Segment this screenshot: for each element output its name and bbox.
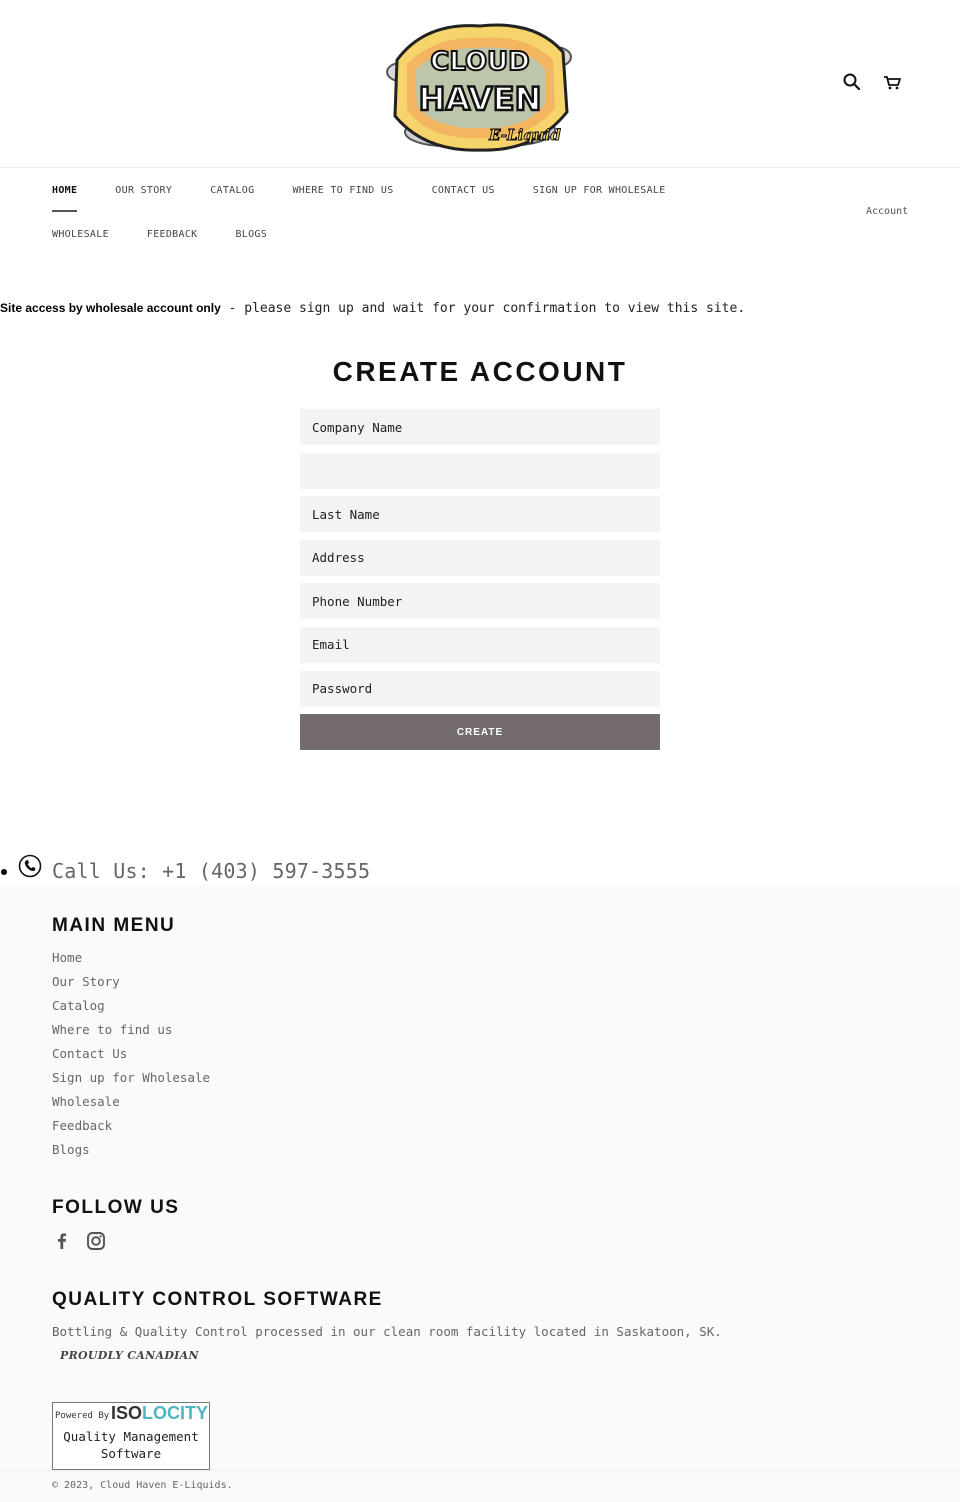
list-bullet <box>1 869 7 875</box>
main-nav: HOME OUR STORY CATALOG WHERE TO FIND US … <box>52 180 712 268</box>
notice-text: - please sign up and wait for your confi… <box>220 301 746 316</box>
isolocity-logo: ISOLOCITY <box>111 1403 208 1424</box>
nav-item-where-to-find-us[interactable]: WHERE TO FIND US <box>292 180 393 196</box>
follow-us-heading: FOLLOW US <box>52 1197 180 1218</box>
address-field[interactable] <box>300 539 660 576</box>
password-field[interactable] <box>300 670 660 707</box>
logo-text-sub: E-Liquid <box>488 126 561 144</box>
logo-text-main: CLOUD <box>430 47 530 77</box>
nav-item-our-story[interactable]: OUR STORY <box>115 180 172 196</box>
svg-text:HAVEN: HAVEN <box>419 80 542 118</box>
wholesale-notice: Site access by wholesale account only - … <box>0 301 745 316</box>
footer-link-blogs[interactable]: Blogs <box>52 1142 210 1166</box>
create-button[interactable]: CREATE <box>300 714 660 751</box>
email-field[interactable] <box>300 626 660 663</box>
footer-link-wholesale[interactable]: Wholesale <box>52 1094 210 1118</box>
last-name-field[interactable] <box>300 496 660 533</box>
badge-powered-text: Powered By <box>55 1411 110 1421</box>
copyright-text: © 2023, Cloud Haven E-Liquids. <box>52 1480 233 1491</box>
social-links <box>52 1231 106 1251</box>
call-us-item: Call Us: +1 (403) 597-3555 <box>0 852 370 884</box>
footer-link-home[interactable]: Home <box>52 950 210 974</box>
nav-item-blogs[interactable]: BLOGS <box>235 224 267 240</box>
cart-icon[interactable] <box>882 72 902 92</box>
nav-item-home[interactable]: HOME <box>52 180 78 212</box>
nav-item-catalog[interactable]: CATALOG <box>210 180 254 196</box>
header-icons <box>842 72 902 92</box>
quality-control-heading: QUALITY CONTROL SOFTWARE <box>52 1289 383 1310</box>
footer-link-feedback[interactable]: Feedback <box>52 1118 210 1142</box>
cloud-haven-logo[interactable]: CLOUD HAVEN E-Liquid <box>385 12 575 154</box>
create-account-form: CREATE <box>300 409 660 751</box>
nav-item-contact-us[interactable]: CONTACT US <box>432 180 495 196</box>
notice-bold: Site access by wholesale account only <box>0 301 221 315</box>
badge-caption-line1: Quality Management <box>63 1429 199 1444</box>
nav-item-sign-up-wholesale[interactable]: SIGN UP FOR WHOLESALE <box>533 180 666 196</box>
footer-link-contact-us[interactable]: Contact Us <box>52 1046 210 1070</box>
phone-icon <box>18 854 42 878</box>
first-name-field[interactable] <box>300 452 660 489</box>
main-menu-heading: MAIN MENU <box>52 915 176 936</box>
footer-link-where-to-find-us[interactable]: Where to find us <box>52 1022 210 1046</box>
logo-iso: ISO <box>111 1403 143 1423</box>
footer-link-our-story[interactable]: Our Story <box>52 974 210 998</box>
site-header: CLOUD HAVEN E-Liquid <box>0 0 960 168</box>
company-name-field[interactable] <box>300 409 660 445</box>
logo-locity: LOCITY <box>142 1403 209 1423</box>
quality-control-text: Bottling & Quality Control processed in … <box>52 1324 722 1339</box>
nav-item-wholesale[interactable]: WHOLESALE <box>52 224 109 240</box>
account-link[interactable]: Account <box>866 206 908 217</box>
page-title: CREATE ACCOUNT <box>332 356 628 387</box>
footer-menu: Home Our Story Catalog Where to find us … <box>52 950 210 1166</box>
isolocity-badge[interactable]: Powered By ISOLOCITY Quality Management S… <box>52 1402 210 1470</box>
nav-item-feedback[interactable]: FEEDBACK <box>147 224 198 240</box>
badge-caption-line2: Software <box>100 1445 162 1461</box>
footer-link-sign-up-wholesale[interactable]: Sign up for Wholesale <box>52 1070 210 1094</box>
phone-number-field[interactable] <box>300 583 660 620</box>
search-icon[interactable] <box>842 72 862 92</box>
nav-row-2: WHOLESALE FEEDBACK BLOGS <box>52 224 712 268</box>
instagram-icon[interactable] <box>86 1231 106 1251</box>
footer-link-catalog[interactable]: Catalog <box>52 998 210 1022</box>
call-us-text[interactable]: Call Us: +1 (403) 597-3555 <box>52 859 370 883</box>
proudly-canadian-text: PROUDLY CANADIAN <box>60 1349 199 1362</box>
badge-caption: Quality Management Software <box>53 1429 209 1462</box>
facebook-icon[interactable] <box>52 1231 72 1251</box>
nav-row-1: HOME OUR STORY CATALOG WHERE TO FIND US … <box>52 180 712 224</box>
